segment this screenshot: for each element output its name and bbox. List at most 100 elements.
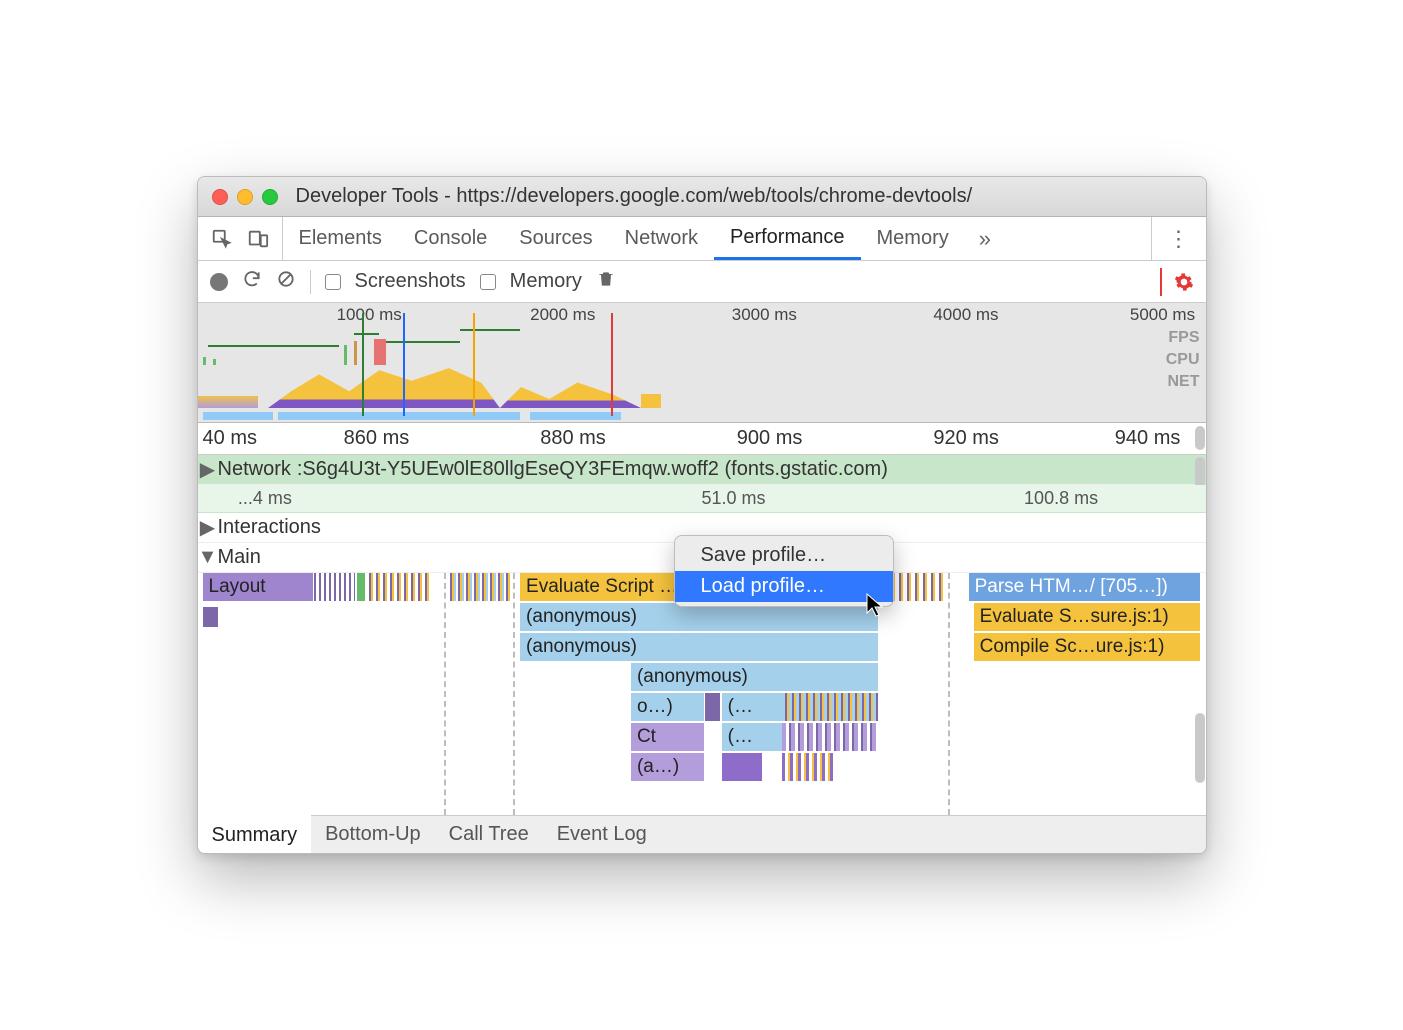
overview-timeline[interactable]: 1000 ms 2000 ms 3000 ms 4000 ms 5000 ms: [198, 303, 1206, 423]
flame-lane: o…) (…: [198, 693, 1206, 723]
bottom-tabstrip: Summary Bottom-Up Call Tree Event Log: [198, 815, 1206, 853]
memory-label: Memory: [510, 270, 582, 293]
interactions-track-label: Interactions: [218, 516, 321, 539]
screenshots-label: Screenshots: [355, 270, 466, 293]
flame-bar[interactable]: (…: [722, 693, 782, 721]
flame-bar-anonymous[interactable]: (anonymous): [520, 603, 878, 631]
flame-bar-anonymous[interactable]: (anonymous): [520, 633, 878, 661]
ruler-tick: 880 ms: [540, 427, 606, 450]
flame-stripes: [705, 693, 720, 721]
tab-memory[interactable]: Memory: [861, 217, 965, 260]
overview-lane-labels: FPS CPU NET: [1166, 327, 1200, 393]
gc-trash-button[interactable]: [596, 268, 616, 296]
flame-lane: (a…): [198, 753, 1206, 783]
flame-bar-evaluate-script-2[interactable]: Evaluate S…sure.js:1): [974, 603, 1201, 631]
overview-tick: 1000 ms: [337, 305, 402, 325]
devtools-window: Developer Tools - https://developers.goo…: [197, 176, 1207, 854]
flame-bar-layout[interactable]: Layout: [203, 573, 314, 601]
separator: [310, 270, 311, 294]
zoom-window-button[interactable]: [262, 189, 278, 205]
flame-lane: Ct (…: [198, 723, 1206, 753]
main-track-label: Main: [218, 546, 261, 569]
screenshots-checkbox[interactable]: [325, 274, 341, 290]
capture-settings-button[interactable]: [1160, 268, 1194, 296]
record-button[interactable]: [210, 273, 228, 291]
settings-menu-button[interactable]: ⋮: [1151, 217, 1206, 260]
overview-tick: 5000 ms: [1130, 305, 1195, 325]
ruler-tick: 940 ms: [1115, 427, 1181, 450]
flame-stripes: [782, 693, 878, 721]
bottom-tab-call-tree[interactable]: Call Tree: [435, 816, 543, 853]
frame-item: 100.8 ms: [1024, 488, 1098, 509]
lane-label-net: NET: [1166, 371, 1200, 393]
flame-stripes: [450, 573, 510, 601]
expand-icon[interactable]: ▶: [198, 457, 218, 482]
overview-marker: [362, 313, 364, 416]
network-track-row[interactable]: ▶ Network :S6g4U3t-Y5UEw0lE80llgEseQY3FE…: [198, 455, 1206, 485]
overview-marker: [473, 313, 475, 416]
ctx-item-save-profile[interactable]: Save profile…: [675, 540, 893, 571]
frame-item: 51.0 ms: [702, 488, 766, 509]
flame-stripes: [357, 573, 365, 601]
lane-label-fps: FPS: [1166, 327, 1200, 349]
tabs-overflow-button[interactable]: »: [965, 217, 1005, 260]
flame-bar-compile-script[interactable]: Compile Sc…ure.js:1): [974, 633, 1201, 661]
minimize-window-button[interactable]: [237, 189, 253, 205]
device-toggle-icon[interactable]: [246, 227, 270, 251]
network-resource-text: :S6g4U3t-Y5UEw0lE80llgEseQY3FEmqw.woff2 …: [297, 458, 888, 481]
flame-stripes: [203, 607, 218, 627]
ruler-tick: 40 ms: [203, 427, 257, 450]
tab-console[interactable]: Console: [398, 217, 503, 260]
cpu-lane: [198, 360, 1206, 408]
tab-performance[interactable]: Performance: [714, 217, 861, 260]
flame-stripes: [782, 753, 832, 781]
network-track-label: Network: [218, 458, 291, 481]
performance-controlbar: Screenshots Memory: [198, 261, 1206, 303]
titlebar: Developer Tools - https://developers.goo…: [198, 177, 1206, 217]
overview-tick: 2000 ms: [530, 305, 595, 325]
net-lane: [198, 408, 1206, 420]
ruler-tick: 920 ms: [933, 427, 999, 450]
overview-tick: 4000 ms: [933, 305, 998, 325]
panel-toolbar: Elements Console Sources Network Perform…: [198, 217, 1206, 261]
flamechart[interactable]: Layout Evaluate Script … Parse HTM…/ [70…: [198, 573, 1206, 815]
reload-record-button[interactable]: [242, 269, 262, 295]
flame-bar[interactable]: o…): [631, 693, 704, 721]
tab-sources[interactable]: Sources: [503, 217, 608, 260]
frame-item: ...4 ms: [238, 488, 292, 509]
lane-label-cpu: CPU: [1166, 349, 1200, 371]
overview-tick: 3000 ms: [732, 305, 797, 325]
time-ruler[interactable]: 40 ms 860 ms 880 ms 900 ms 920 ms 940 ms: [198, 423, 1206, 455]
ctx-item-load-profile[interactable]: Load profile…: [675, 571, 893, 602]
flame-bar[interactable]: Ct: [631, 723, 704, 751]
panel-tabs: Elements Console Sources Network Perform…: [283, 217, 1151, 260]
expand-icon[interactable]: ▶: [198, 515, 218, 540]
ruler-tick: 900 ms: [737, 427, 803, 450]
flame-bar-parse-html[interactable]: Parse HTM…/ [705…]): [969, 573, 1201, 601]
frames-track[interactable]: ...4 ms 51.0 ms 100.8 ms: [198, 485, 1206, 513]
tab-network[interactable]: Network: [609, 217, 714, 260]
flame-scrollbar[interactable]: [1195, 713, 1205, 783]
flame-bar[interactable]: (…: [722, 723, 782, 751]
bottom-tab-summary[interactable]: Summary: [198, 815, 312, 853]
close-window-button[interactable]: [212, 189, 228, 205]
flame-lane: (anonymous) Evaluate S…sure.js:1): [198, 603, 1206, 633]
overview-marker: [611, 313, 613, 416]
bottom-tab-bottom-up[interactable]: Bottom-Up: [311, 816, 435, 853]
traffic-lights: [212, 189, 278, 205]
flame-lane: (anonymous) Compile Sc…ure.js:1): [198, 633, 1206, 663]
window-title: Developer Tools - https://developers.goo…: [296, 185, 973, 208]
flame-bar-anonymous[interactable]: (anonymous): [631, 663, 878, 691]
ruler-scrollbar[interactable]: [1195, 426, 1205, 450]
inspect-element-icon[interactable]: [210, 227, 234, 251]
tab-elements[interactable]: Elements: [283, 217, 398, 260]
memory-checkbox[interactable]: [480, 274, 496, 290]
flame-stripes: [314, 573, 354, 601]
collapse-icon[interactable]: ▼: [198, 546, 218, 569]
clear-button[interactable]: [276, 269, 296, 295]
flame-stripes: [369, 573, 429, 601]
bottom-tab-event-log[interactable]: Event Log: [543, 816, 661, 853]
context-menu: Save profile… Load profile…: [674, 535, 894, 607]
ruler-tick: 860 ms: [344, 427, 410, 450]
flame-bar[interactable]: (a…): [631, 753, 704, 781]
